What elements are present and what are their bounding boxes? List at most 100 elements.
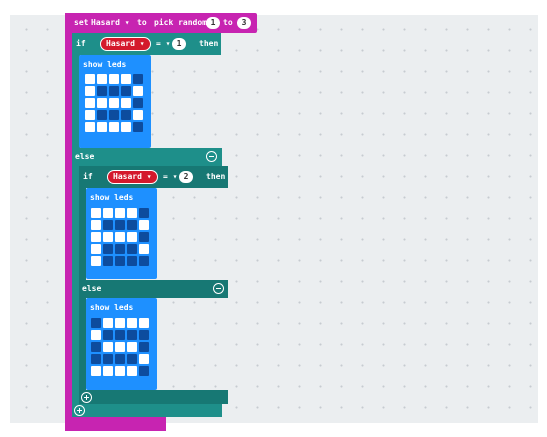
led-2-2[interactable] xyxy=(115,232,125,242)
led-2-2[interactable] xyxy=(109,98,119,108)
remove-else-icon-2[interactable] xyxy=(213,283,224,294)
condition-variable-1[interactable]: Hasard ▾ xyxy=(100,37,151,51)
led-0-0[interactable] xyxy=(85,74,95,84)
add-else-if-icon-1[interactable] xyxy=(74,405,85,416)
led-0-4[interactable] xyxy=(133,74,143,84)
condition-variable-2[interactable]: Hasard ▾ xyxy=(107,170,158,184)
led-grid-2[interactable] xyxy=(91,208,149,266)
led-2-3[interactable] xyxy=(127,342,137,352)
led-1-4[interactable] xyxy=(139,330,149,340)
led-4-1[interactable] xyxy=(103,256,113,266)
if-footer-2[interactable] xyxy=(79,390,228,404)
led-0-1[interactable] xyxy=(103,318,113,328)
led-0-3[interactable] xyxy=(127,318,137,328)
led-2-1[interactable] xyxy=(103,232,113,242)
led-4-2[interactable] xyxy=(115,366,125,376)
else-row-1[interactable]: else xyxy=(72,148,222,166)
show-leds-block-3[interactable]: show leds xyxy=(86,298,157,390)
led-0-0[interactable] xyxy=(91,208,101,218)
operator-dropdown-1[interactable]: = ▾ xyxy=(156,39,170,49)
led-4-0[interactable] xyxy=(91,366,101,376)
led-2-2[interactable] xyxy=(115,342,125,352)
led-0-4[interactable] xyxy=(139,208,149,218)
set-variable-dropdown[interactable]: Hasard ▾ xyxy=(91,18,130,28)
led-0-0[interactable] xyxy=(91,318,101,328)
led-3-0[interactable] xyxy=(85,110,95,120)
led-0-3[interactable] xyxy=(127,208,137,218)
led-0-2[interactable] xyxy=(109,74,119,84)
led-2-4[interactable] xyxy=(139,342,149,352)
show-leds-block-1[interactable]: show leds xyxy=(79,55,151,148)
led-2-4[interactable] xyxy=(133,98,143,108)
led-4-3[interactable] xyxy=(127,366,137,376)
led-1-0[interactable] xyxy=(91,220,101,230)
led-4-4[interactable] xyxy=(139,256,149,266)
led-0-4[interactable] xyxy=(139,318,149,328)
add-else-if-icon-2[interactable] xyxy=(81,392,92,403)
led-3-0[interactable] xyxy=(91,354,101,364)
led-1-1[interactable] xyxy=(103,330,113,340)
led-0-2[interactable] xyxy=(115,208,125,218)
led-3-1[interactable] xyxy=(103,244,113,254)
led-1-3[interactable] xyxy=(127,330,137,340)
led-3-3[interactable] xyxy=(127,244,137,254)
led-3-4[interactable] xyxy=(139,354,149,364)
led-1-1[interactable] xyxy=(97,86,107,96)
led-0-3[interactable] xyxy=(121,74,131,84)
led-2-0[interactable] xyxy=(85,98,95,108)
led-3-3[interactable] xyxy=(121,110,131,120)
led-3-2[interactable] xyxy=(109,110,119,120)
led-grid-1[interactable] xyxy=(85,74,143,132)
led-3-4[interactable] xyxy=(139,244,149,254)
led-1-2[interactable] xyxy=(109,86,119,96)
led-0-1[interactable] xyxy=(103,208,113,218)
if-header-1[interactable]: if Hasard ▾ = ▾ 1 then xyxy=(72,33,221,55)
led-4-0[interactable] xyxy=(91,256,101,266)
led-3-4[interactable] xyxy=(133,110,143,120)
led-4-0[interactable] xyxy=(85,122,95,132)
condition-value-1[interactable]: 1 xyxy=(172,38,186,50)
led-2-3[interactable] xyxy=(121,98,131,108)
if-footer-1[interactable] xyxy=(72,404,222,417)
led-grid-3[interactable] xyxy=(91,318,149,376)
led-3-1[interactable] xyxy=(103,354,113,364)
led-4-2[interactable] xyxy=(109,122,119,132)
led-1-0[interactable] xyxy=(85,86,95,96)
led-4-1[interactable] xyxy=(97,122,107,132)
led-4-2[interactable] xyxy=(115,256,125,266)
condition-value-2[interactable]: 2 xyxy=(179,171,193,183)
led-4-1[interactable] xyxy=(103,366,113,376)
led-2-4[interactable] xyxy=(139,232,149,242)
led-1-3[interactable] xyxy=(121,86,131,96)
else-row-2[interactable]: else xyxy=(79,280,228,298)
led-1-4[interactable] xyxy=(133,86,143,96)
led-1-4[interactable] xyxy=(139,220,149,230)
if-header-2[interactable]: if Hasard ▾ = ▾ 2 then xyxy=(79,166,228,188)
led-2-1[interactable] xyxy=(97,98,107,108)
led-0-2[interactable] xyxy=(115,318,125,328)
led-2-3[interactable] xyxy=(127,232,137,242)
random-to-input[interactable]: 3 xyxy=(237,17,251,29)
led-4-3[interactable] xyxy=(127,256,137,266)
led-2-0[interactable] xyxy=(91,342,101,352)
led-3-2[interactable] xyxy=(115,244,125,254)
led-1-3[interactable] xyxy=(127,220,137,230)
led-3-1[interactable] xyxy=(97,110,107,120)
led-0-1[interactable] xyxy=(97,74,107,84)
operator-dropdown-2[interactable]: = ▾ xyxy=(163,172,177,182)
led-2-0[interactable] xyxy=(91,232,101,242)
led-1-1[interactable] xyxy=(103,220,113,230)
led-1-2[interactable] xyxy=(115,220,125,230)
led-2-1[interactable] xyxy=(103,342,113,352)
led-3-3[interactable] xyxy=(127,354,137,364)
led-1-2[interactable] xyxy=(115,330,125,340)
random-from-input[interactable]: 1 xyxy=(206,17,220,29)
led-3-0[interactable] xyxy=(91,244,101,254)
led-1-0[interactable] xyxy=(91,330,101,340)
set-variable-block[interactable]: set Hasard ▾ to pick random 1 to 3 xyxy=(65,13,257,33)
remove-else-icon-1[interactable] xyxy=(206,151,217,162)
led-4-4[interactable] xyxy=(133,122,143,132)
show-leds-block-2[interactable]: show leds xyxy=(86,188,157,279)
led-4-4[interactable] xyxy=(139,366,149,376)
led-3-2[interactable] xyxy=(115,354,125,364)
